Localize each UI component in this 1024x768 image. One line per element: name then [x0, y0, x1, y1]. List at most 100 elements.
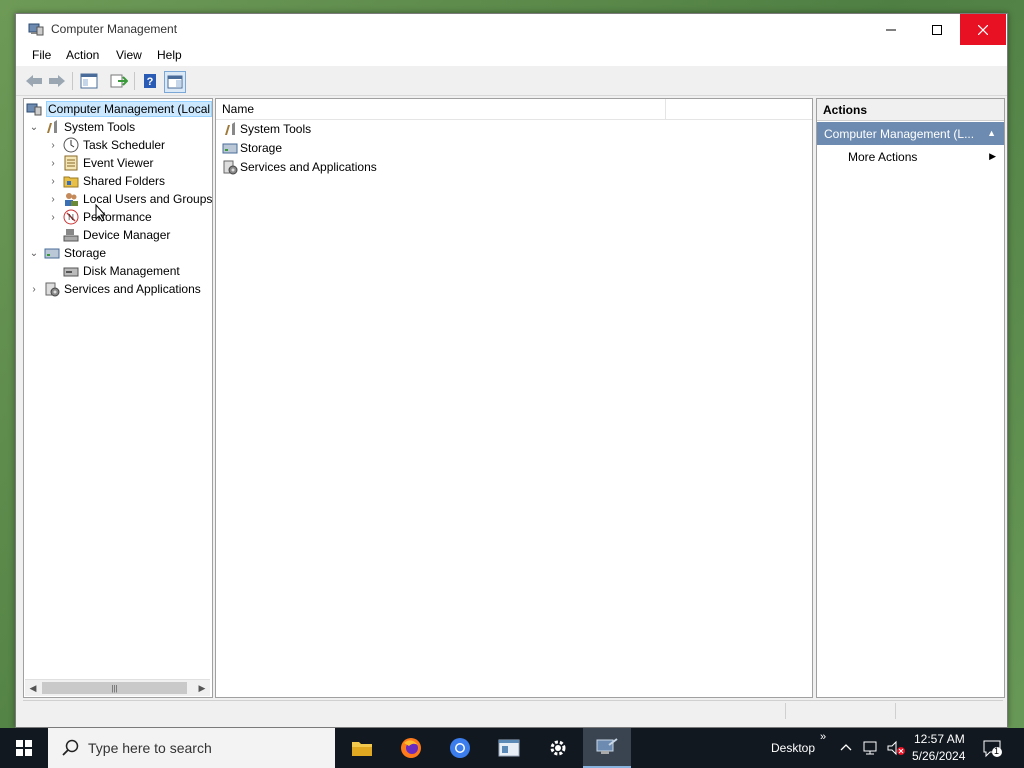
back-button[interactable] — [24, 71, 44, 91]
maximize-button[interactable] — [914, 14, 960, 45]
chrome-icon — [450, 738, 470, 758]
tree-item-label: Services and Applications — [64, 282, 201, 296]
network-icon[interactable] — [862, 740, 880, 756]
taskbar-app[interactable] — [485, 728, 533, 768]
storage-icon — [222, 143, 238, 154]
services-icon — [223, 160, 238, 175]
chevron-down-icon[interactable]: ⌄ — [28, 248, 40, 259]
close-button[interactable] — [960, 14, 1006, 45]
tree-item-label: Event Viewer — [83, 156, 154, 170]
taskbar-search-box[interactable]: Type here to search — [48, 728, 335, 768]
show-hide-action-pane-button[interactable] — [164, 71, 186, 93]
gear-icon — [550, 740, 566, 756]
clock-icon — [63, 137, 79, 153]
action-pane-icon — [167, 75, 183, 89]
column-header-name[interactable]: Name — [222, 102, 254, 116]
menu-action[interactable]: Action — [66, 48, 99, 62]
tree-item-label: Disk Management — [83, 264, 180, 278]
firefox-icon — [401, 738, 421, 758]
action-center-button[interactable]: 1 — [982, 738, 1002, 758]
toolbar-separator — [72, 72, 73, 90]
list-item-storage[interactable]: Storage — [222, 139, 282, 157]
tree-item-device-manager[interactable]: Device Manager — [59, 226, 170, 244]
scroll-thumb[interactable]: ||| — [42, 682, 187, 694]
taskbar-file-explorer[interactable] — [338, 728, 386, 768]
actions-pane: Actions Computer Management (L... ▲ More… — [816, 98, 1005, 698]
help-button[interactable]: ? — [140, 71, 160, 91]
minimize-button[interactable] — [868, 14, 914, 45]
tree-item-local-users-and-groups[interactable]: › Local Users and Groups — [47, 190, 212, 208]
menu-help[interactable]: Help — [157, 48, 182, 62]
tree-item-services-and-applications[interactable]: › Services and Applications — [28, 280, 201, 298]
collapse-up-icon[interactable]: ▲ — [987, 128, 996, 138]
volume-muted-icon[interactable] — [886, 740, 906, 756]
system-tools-icon — [225, 122, 235, 135]
tree-item-disk-management[interactable]: Disk Management — [59, 262, 180, 280]
more-actions-item[interactable]: More Actions ▶ — [817, 147, 1004, 167]
export-list-icon — [110, 74, 128, 88]
scroll-right-arrow-icon[interactable]: ▶ — [195, 681, 209, 695]
chevron-right-icon[interactable]: › — [47, 176, 59, 187]
menu-file[interactable]: File — [32, 48, 51, 62]
tree-item-label: Shared Folders — [83, 174, 166, 188]
toolbar: ? — [16, 67, 1007, 96]
actions-section-computer-management[interactable]: Computer Management (L... ▲ — [817, 122, 1004, 145]
tree-item-label: Task Scheduler — [83, 138, 166, 152]
list-item-system-tools[interactable]: System Tools — [222, 120, 311, 138]
toolbar-separator — [134, 72, 135, 90]
chevron-right-icon[interactable]: › — [47, 158, 59, 169]
tree-item-label: Storage — [64, 246, 107, 260]
taskbar-computer-management[interactable] — [583, 728, 631, 768]
list-item-services-and-applications[interactable]: Services and Applications — [222, 158, 377, 176]
desktop-toolbar-label[interactable]: Desktop — [771, 741, 815, 755]
tree-horizontal-scrollbar[interactable]: ◀ ||| ▶ — [25, 679, 210, 696]
chevron-right-icon[interactable]: › — [28, 284, 40, 295]
taskbar-chrome[interactable] — [436, 728, 484, 768]
tree-item-task-scheduler[interactable]: › Task Scheduler — [47, 136, 165, 154]
tree-item-system-tools[interactable]: ⌄ System Tools — [28, 118, 135, 136]
chevron-up-icon[interactable] — [840, 742, 852, 752]
status-divider — [785, 703, 787, 719]
list-item-label: Services and Applications — [240, 160, 377, 174]
forward-button[interactable] — [47, 71, 67, 91]
clock-time[interactable]: 12:57 AM — [914, 732, 965, 746]
system-tools-icon — [47, 120, 57, 133]
taskbar-firefox[interactable] — [387, 728, 435, 768]
export-list-button[interactable] — [109, 71, 129, 91]
users-icon — [65, 193, 78, 206]
tree-item-shared-folders[interactable]: › Shared Folders — [47, 172, 165, 190]
chevron-right-icon[interactable]: › — [47, 194, 59, 205]
menu-bar: File Action View Help — [16, 45, 1007, 66]
status-divider — [895, 703, 897, 719]
details-pane[interactable]: Name System Tools Storage Services and A… — [215, 98, 813, 698]
title-bar[interactable]: Computer Management — [16, 14, 1007, 45]
show-hide-console-tree-button[interactable] — [79, 71, 99, 91]
status-bar — [23, 700, 1003, 721]
maximize-icon — [932, 24, 942, 35]
tree-item-event-viewer[interactable]: › Event Viewer — [47, 154, 153, 172]
console-tree-pane[interactable]: Computer Management (Local ⌄ System Tool… — [23, 98, 213, 698]
computer-management-window: Computer Management File Action View Hel… — [15, 13, 1008, 728]
search-icon — [62, 739, 79, 756]
window-app-icon — [498, 739, 520, 757]
tree-item-storage[interactable]: ⌄ Storage — [28, 244, 106, 262]
chevron-right-icon[interactable]: › — [47, 140, 59, 151]
services-icon — [45, 282, 60, 297]
scroll-left-arrow-icon[interactable]: ◀ — [26, 681, 40, 695]
clock-date[interactable]: 5/26/2024 — [912, 749, 965, 763]
computer-management-icon — [596, 738, 618, 754]
chevron-right-icon[interactable]: › — [47, 212, 59, 223]
menu-view[interactable]: View — [116, 48, 142, 62]
toolbar-expand-icon[interactable]: » — [820, 731, 826, 743]
start-button[interactable] — [0, 728, 48, 768]
notification-count: 1 — [994, 746, 1000, 756]
device-manager-icon — [63, 229, 79, 242]
taskbar-settings[interactable] — [534, 728, 582, 768]
window-title: Computer Management — [51, 22, 178, 36]
storage-icon — [44, 248, 60, 259]
tree-item-label: Performance — [83, 210, 152, 224]
chevron-down-icon[interactable]: ⌄ — [28, 122, 40, 133]
tree-item-computer-management[interactable]: Computer Management (Local — [26, 100, 212, 118]
search-placeholder: Type here to search — [88, 740, 212, 756]
column-divider[interactable] — [665, 99, 666, 119]
